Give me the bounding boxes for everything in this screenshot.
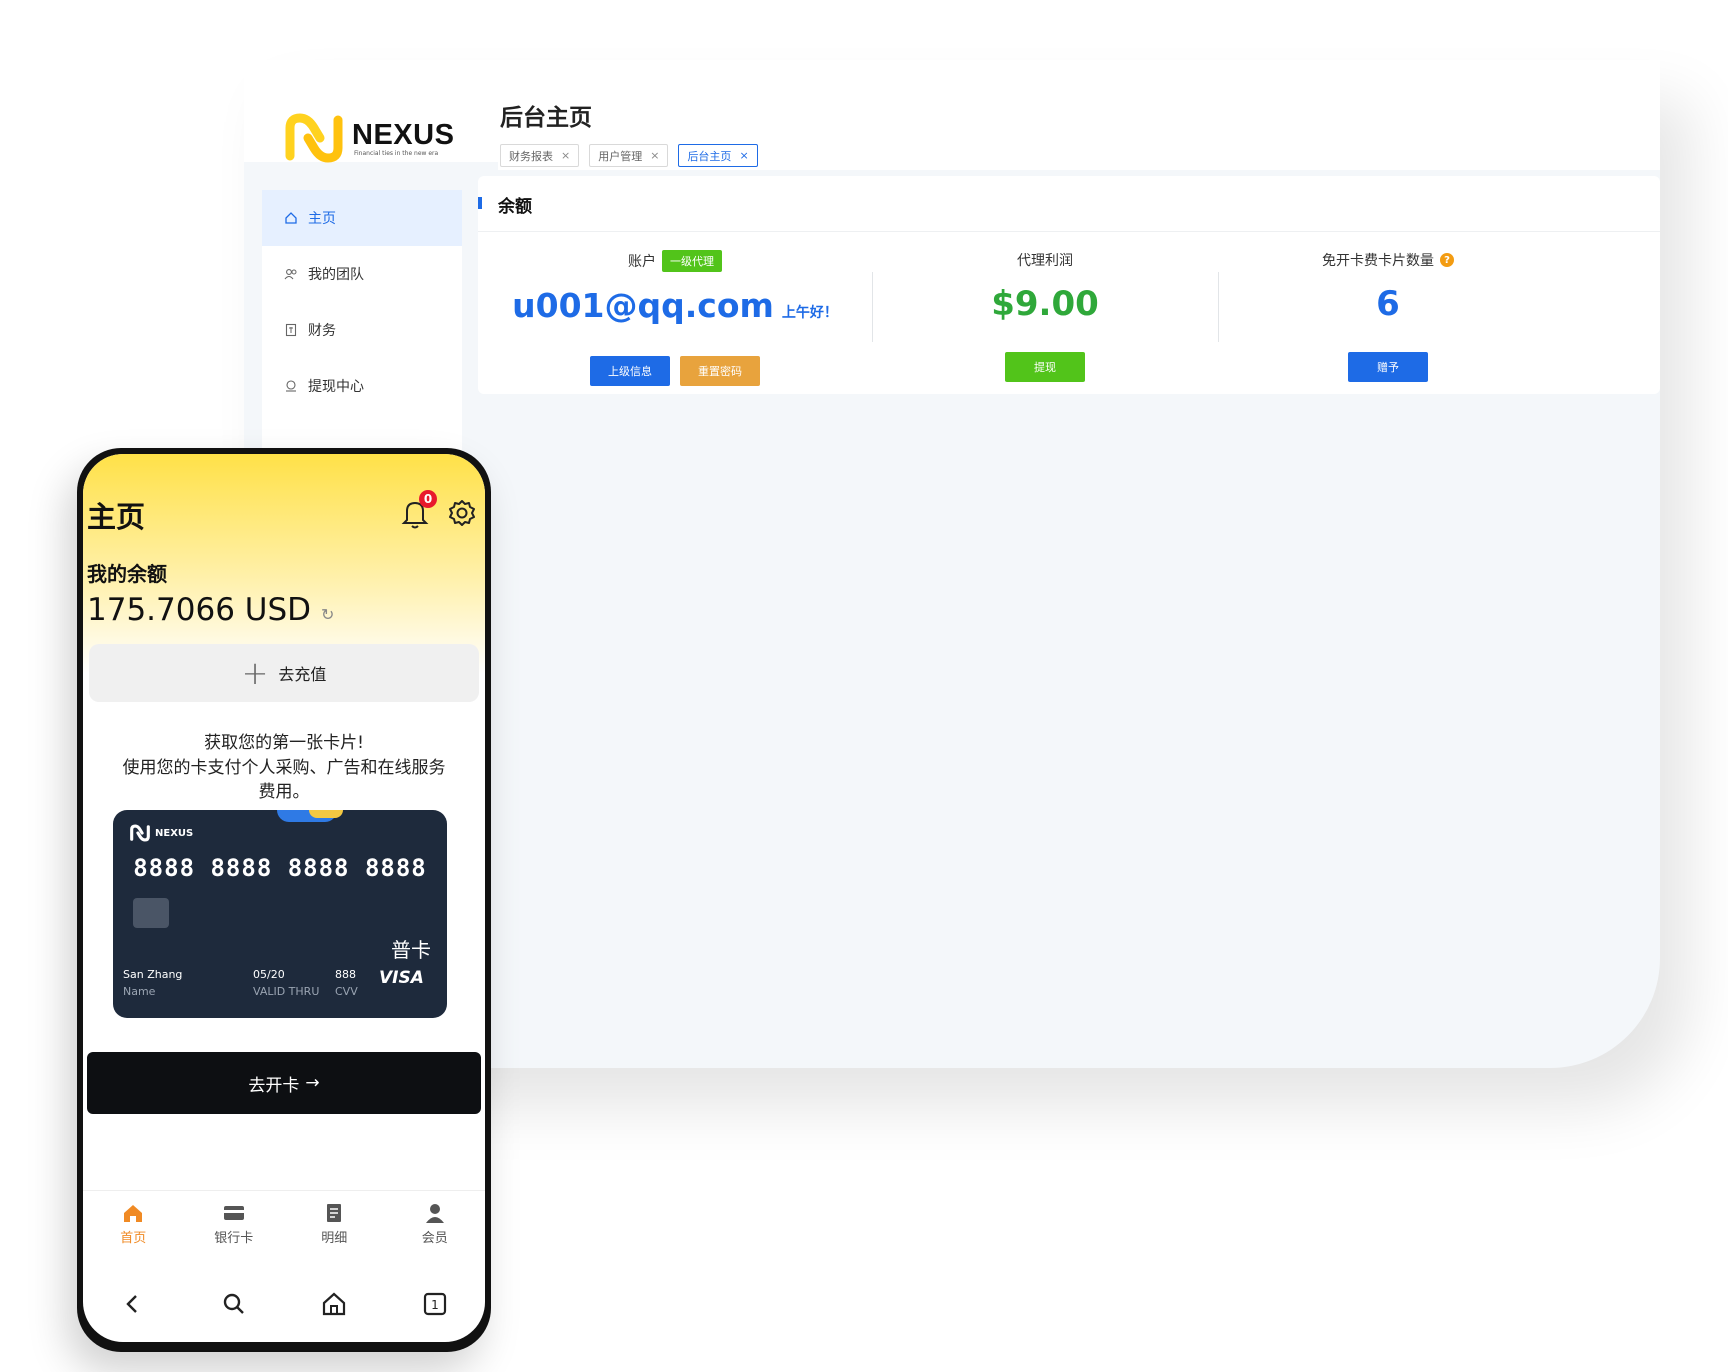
- nexus-logo[interactable]: NEXUS Financial ties in the new era: [284, 112, 454, 164]
- tab-label: 银行卡: [214, 1231, 254, 1246]
- withdraw-icon: [284, 379, 298, 393]
- gift-button[interactable]: 赠予: [1348, 352, 1428, 382]
- page-title: 后台主页: [500, 105, 592, 131]
- sidebar-item-withdraw[interactable]: 提现中心: [262, 358, 462, 414]
- finance-icon: [284, 323, 298, 337]
- greeting-text: 上午好！: [781, 305, 838, 321]
- card-title: 余额: [498, 197, 532, 217]
- promo-title: 获取您的第一张卡片!: [204, 733, 364, 753]
- tabs-count-icon[interactable]: 1: [421, 1290, 449, 1318]
- card-expiry-label: VALID THRU: [253, 985, 320, 998]
- arrow-right-icon: →: [305, 1073, 320, 1093]
- card-type: 普卡: [391, 938, 431, 962]
- open-card-label: 去开卡: [248, 1075, 300, 1096]
- card-cvv-label: CVV: [335, 985, 358, 998]
- tab-label: 后台主页: [687, 149, 732, 163]
- bank-card-icon: [223, 1206, 244, 1220]
- card-brand: NEXUS: [155, 827, 194, 839]
- close-icon[interactable]: ×: [561, 149, 570, 162]
- tab-finance-report[interactable]: 财务报表 ×: [500, 144, 580, 167]
- profit-label: 代理利润: [1017, 253, 1073, 269]
- tab-label: 财务报表: [509, 149, 553, 163]
- profit-column: 代理利润 $9.00 提现: [872, 232, 1218, 394]
- svg-text:1: 1: [431, 1298, 439, 1312]
- agent-level-badge: 一级代理: [662, 250, 722, 272]
- team-icon: [284, 267, 298, 281]
- tab-label: 明细: [321, 1231, 348, 1246]
- balance-value: 175.7066 USD: [87, 592, 312, 628]
- account-email: u001@qq.com: [512, 286, 774, 325]
- tab-bank-card[interactable]: 银行卡: [184, 1191, 285, 1266]
- withdraw-button[interactable]: 提现: [1005, 352, 1085, 382]
- sidebar-item-label: 提现中心: [308, 379, 364, 395]
- sidebar-item-finance[interactable]: 财务: [262, 302, 462, 358]
- card-title-accent: [478, 197, 482, 209]
- plus-icon: +: [241, 654, 269, 692]
- recharge-label: 去充值: [278, 665, 327, 684]
- card-expiry: 05/20: [253, 968, 285, 981]
- nexus-logo-icon: [130, 824, 150, 842]
- sidebar-item-label: 我的团队: [308, 267, 364, 283]
- profit-value: $9.00: [991, 284, 1099, 324]
- tab-details[interactable]: 明细: [284, 1191, 385, 1266]
- back-icon[interactable]: [119, 1290, 147, 1318]
- recharge-button[interactable]: + 去充值: [89, 644, 479, 702]
- chip-icon: [133, 898, 169, 928]
- superior-info-button[interactable]: 上级信息: [590, 356, 670, 386]
- phone-page-title: 主页: [87, 500, 146, 534]
- notification-badge: 0: [419, 490, 437, 508]
- tab-label: 用户管理: [598, 149, 643, 163]
- phone-frame: 主页 0 我的余额 175.7066 USD ↻ + 去充值 获取您的第一张卡片…: [77, 448, 491, 1352]
- visa-logo: VISA: [379, 968, 424, 988]
- balance-label: 我的余额: [87, 562, 167, 586]
- sidebar-item-team[interactable]: 我的团队: [262, 246, 462, 302]
- reset-password-button[interactable]: 重置密码: [680, 356, 760, 386]
- close-icon[interactable]: ×: [650, 149, 659, 162]
- page-header: 后台主页 财务报表 × 用户管理 × 后台主页 ×: [498, 80, 1660, 170]
- browser-nav-bar: 1: [83, 1266, 485, 1342]
- free-cards-column: 免开卡费卡片数量 ? 6 赠予: [1218, 232, 1558, 394]
- nexus-logo-icon: [285, 113, 343, 163]
- member-icon: [425, 1204, 444, 1223]
- gear-icon[interactable]: [447, 498, 477, 528]
- tab-user-management[interactable]: 用户管理 ×: [589, 144, 669, 167]
- account-column: 账户 一级代理 u001@qq.com 上午好！ 上级信息 重置密码: [478, 232, 872, 394]
- close-icon[interactable]: ×: [739, 149, 748, 162]
- logo-tagline: Financial ties in the new era: [354, 149, 439, 157]
- free-cards-value: 6: [1376, 284, 1400, 324]
- tab-strip: 财务报表 × 用户管理 × 后台主页 ×: [500, 144, 758, 167]
- sidebar-item-label: 主页: [308, 211, 336, 227]
- card-cvv: 888: [335, 968, 356, 981]
- card-number: 8888 8888 8888 8888: [133, 854, 427, 882]
- tab-label: 会员: [421, 1231, 448, 1246]
- refresh-icon[interactable]: ↻: [321, 605, 334, 624]
- tab-home[interactable]: 首页: [83, 1191, 184, 1266]
- card-holder-label: Name: [123, 985, 156, 998]
- logo-wordmark: NEXUS: [352, 118, 455, 151]
- sidebar-item-home[interactable]: 主页: [262, 190, 462, 246]
- balance-card: 余额 账户 一级代理 u001@qq.com 上午好！ 上级信息 重置密码 代理…: [478, 176, 1660, 394]
- free-cards-label: 免开卡费卡片数量: [1322, 253, 1434, 269]
- card-stripe-decoration: [309, 810, 343, 818]
- details-icon: [327, 1204, 342, 1222]
- search-icon[interactable]: [220, 1290, 248, 1318]
- card-holder: San Zhang: [123, 968, 183, 981]
- card-header: 余额: [478, 176, 1660, 232]
- bank-card-preview: NEXUS 8888 8888 8888 8888 普卡 San Zhang N…: [113, 810, 447, 1018]
- home-icon[interactable]: [320, 1290, 348, 1318]
- tab-admin-home[interactable]: 后台主页 ×: [678, 144, 758, 167]
- tab-label: 首页: [120, 1231, 147, 1246]
- help-icon[interactable]: ?: [1440, 253, 1454, 267]
- phone-screen: 主页 0 我的余额 175.7066 USD ↻ + 去充值 获取您的第一张卡片…: [83, 454, 485, 1342]
- tab-member[interactable]: 会员: [385, 1191, 486, 1266]
- promo-text: 使用您的卡支付个人采购、广告和在线服务费用。: [122, 758, 446, 802]
- bottom-tab-bar: 首页 银行卡 明细 会员: [83, 1190, 485, 1266]
- home-icon: [284, 211, 298, 225]
- home-icon: [124, 1205, 143, 1222]
- open-card-button[interactable]: 去开卡 →: [87, 1052, 481, 1114]
- stage: NEXUS Financial ties in the new era 主页 我…: [0, 0, 1728, 1372]
- account-label: 账户: [628, 254, 656, 270]
- sidebar-item-label: 财务: [308, 323, 336, 339]
